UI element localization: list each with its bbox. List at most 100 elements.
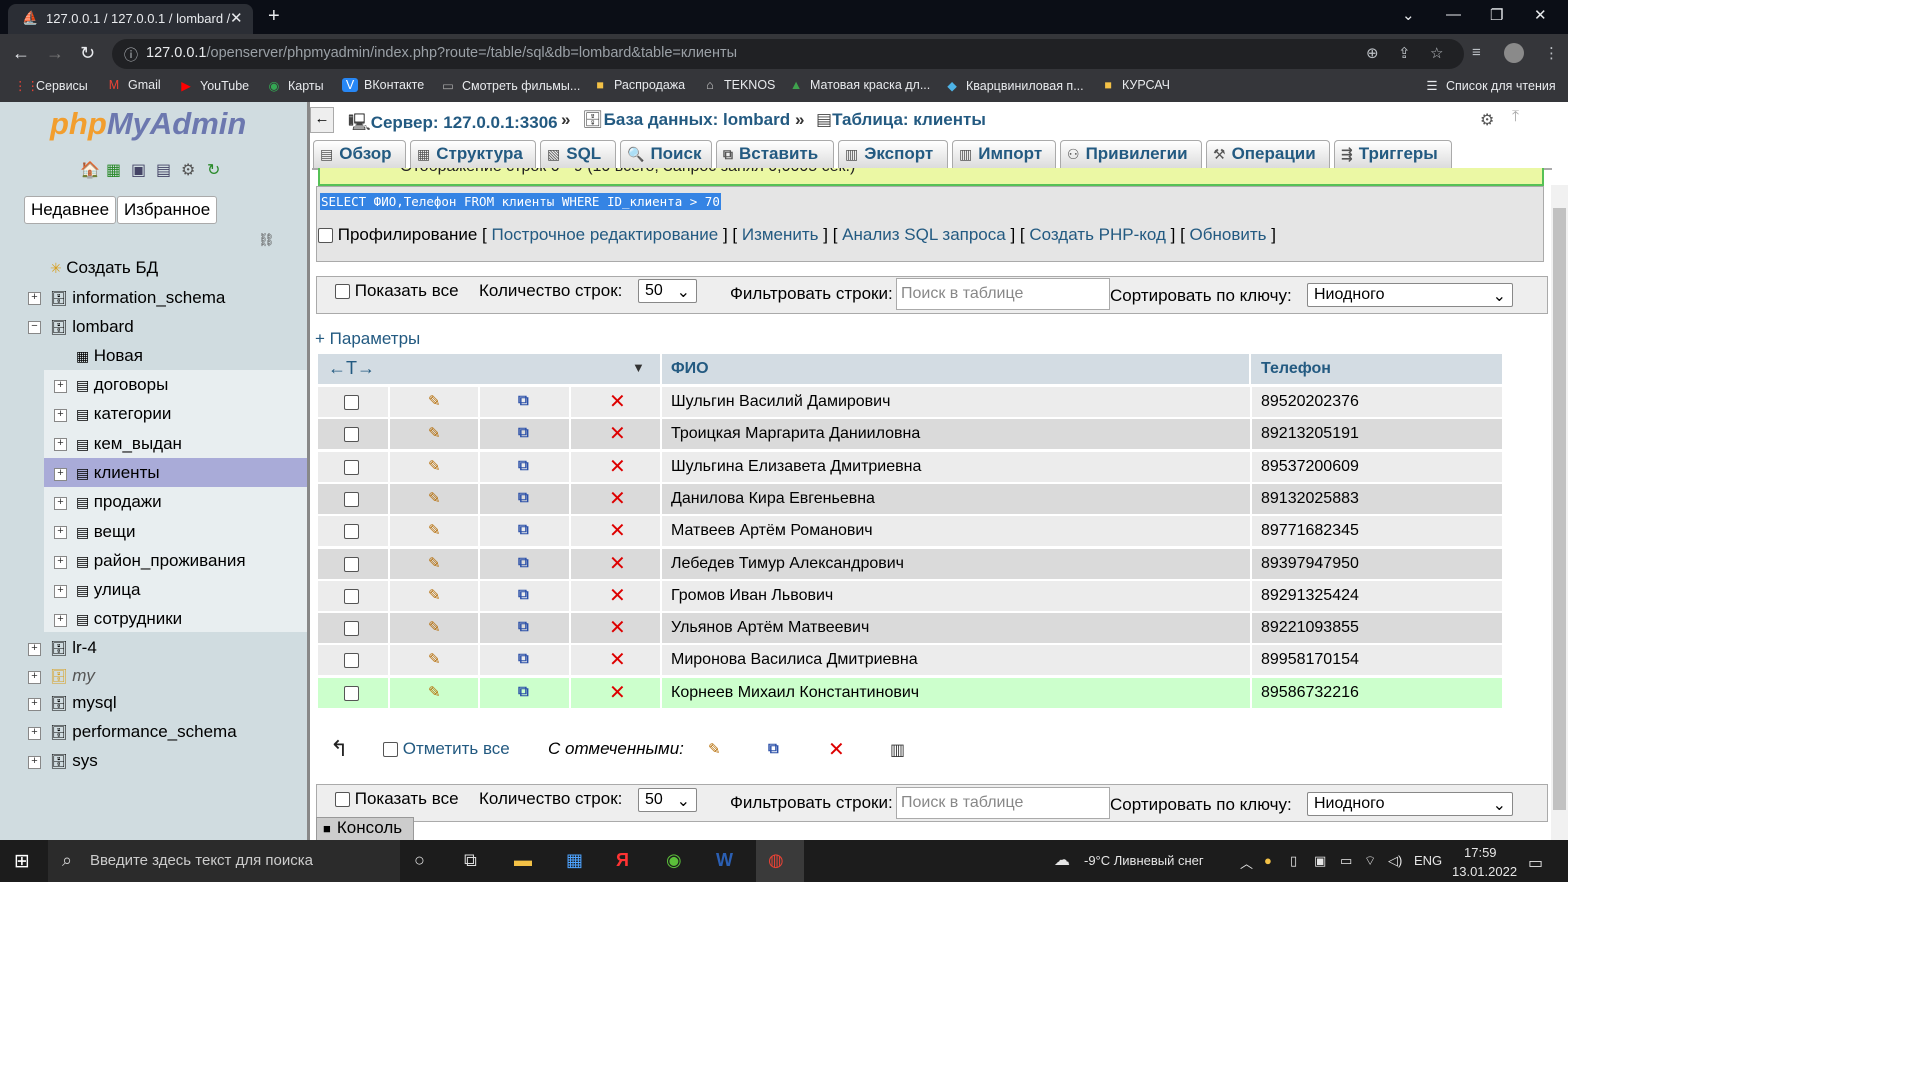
copy-row-icon[interactable]: ⧉ xyxy=(518,650,529,667)
bulk-delete-icon[interactable]: ✕ xyxy=(828,737,845,762)
favorite-tables-button[interactable]: Избранное xyxy=(117,196,218,224)
media-control-icon[interactable]: ≡ xyxy=(1472,44,1481,61)
tab-sql[interactable]: ▧ SQL xyxy=(540,140,616,168)
breadcrumb-database[interactable]: 🗄База данных: lombard xyxy=(582,110,790,130)
bulk-edit-icon[interactable]: ✎ xyxy=(708,740,721,758)
cell-phone[interactable]: 89213205191 xyxy=(1261,425,1359,443)
check-all-control[interactable]: Отметить все xyxy=(383,739,510,759)
edit-row-icon[interactable]: ✎ xyxy=(428,650,441,668)
table-row[interactable]: ✎ ⧉ ✕ Шульгин Василий Дамирович 89520202376 xyxy=(318,387,1502,417)
cell-phone[interactable]: 89520202376 xyxy=(1261,393,1359,411)
collapse-top-icon[interactable]: ⤒ xyxy=(1512,108,1519,126)
check-all-checkbox[interactable] xyxy=(383,742,398,758)
expand-icon[interactable]: + xyxy=(28,643,41,656)
volume-icon[interactable]: ◁) xyxy=(1388,853,1402,869)
delete-row-icon[interactable]: ✕ xyxy=(609,454,626,479)
profile-avatar[interactable] xyxy=(1504,43,1524,63)
bookmark-star-icon[interactable]: ☆ xyxy=(1430,44,1443,62)
copy-row-icon[interactable]: ⧉ xyxy=(518,618,529,635)
edit-row-icon[interactable]: ✎ xyxy=(428,489,441,507)
expand-icon[interactable]: + xyxy=(54,614,67,627)
table-row[interactable]: ✎ ⧉ ✕ Корнеев Михаил Константинович 89586732… xyxy=(318,678,1502,708)
table-row[interactable]: ✎ ⧉ ✕ Лебедев Тимур Александрович 8939794795… xyxy=(318,549,1502,579)
edit-row-icon[interactable]: ✎ xyxy=(428,683,441,701)
wifi-icon[interactable]: ⌔ xyxy=(1364,853,1376,869)
collapse-icon[interactable]: − xyxy=(28,321,41,334)
filter-rows-input[interactable]: Поиск в таблице xyxy=(896,787,1110,819)
create-db-item[interactable]: ✳ Создать БД xyxy=(50,258,158,278)
show-all-control[interactable]: Показать все xyxy=(335,789,459,809)
cell-fio[interactable]: Шульгина Елизавета Дмитриевна xyxy=(671,458,921,476)
tree-db-lr4[interactable]: 🗄 lr-4 xyxy=(50,638,97,658)
tree-table-rayon[interactable]: ▤ район_проживания xyxy=(76,551,246,571)
tree-db-information-schema[interactable]: 🗄 information_schema xyxy=(50,288,225,308)
minimize-icon[interactable]: — xyxy=(1446,6,1461,23)
row-checkbox[interactable] xyxy=(344,621,359,636)
cell-phone[interactable]: 89958170154 xyxy=(1261,651,1359,669)
edit-link[interactable]: Изменить xyxy=(742,225,819,244)
table-row[interactable]: ✎ ⧉ ✕ Ульянов Артём Матвеевич 89221093855 xyxy=(318,613,1502,643)
cell-fio[interactable]: Шульгин Василий Дамирович xyxy=(671,393,890,411)
back-icon[interactable]: ← xyxy=(12,43,30,64)
console-button[interactable]: ■ Консоль xyxy=(316,817,414,842)
close-window-icon[interactable]: ✕ xyxy=(1534,6,1547,24)
tree-table-prodazhi[interactable]: ▤ продажи xyxy=(76,492,162,512)
tree-table-kem-vydan[interactable]: ▤ кем_выдан xyxy=(76,434,182,454)
expand-icon[interactable]: + xyxy=(28,727,41,740)
expand-icon[interactable]: + xyxy=(28,292,41,305)
row-checkbox[interactable] xyxy=(344,427,359,442)
browser-tab[interactable]: ⛵ 127.0.0.1 / 127.0.0.1 / lombard / ✕ xyxy=(8,4,253,34)
tray-chevron-up-icon[interactable]: ︿ xyxy=(1240,853,1253,872)
main-scrollbar-thumb[interactable] xyxy=(1553,208,1566,810)
delete-row-icon[interactable]: ✕ xyxy=(609,680,626,705)
cell-fio[interactable]: Троицкая Маргарита Данииловна xyxy=(671,425,920,443)
chrome-icon[interactable]: ◍ xyxy=(768,850,784,871)
cell-fio[interactable]: Миронова Василиса Дмитриевна xyxy=(671,651,918,669)
tree-table-klienty[interactable]: ▤ клиенты xyxy=(76,463,160,483)
tree-db-sys[interactable]: 🗄 sys xyxy=(50,751,98,771)
row-checkbox[interactable] xyxy=(344,492,359,507)
delete-row-icon[interactable]: ✕ xyxy=(609,421,626,446)
tree-db-performance-schema[interactable]: 🗄 performance_schema xyxy=(50,722,237,742)
bookmark-youtube[interactable]: ▶ YouTube xyxy=(178,78,249,93)
copy-row-icon[interactable]: ⧉ xyxy=(518,457,529,474)
tab-export[interactable]: ▥ Экспорт xyxy=(838,140,948,168)
reload-icon[interactable]: ↻ xyxy=(80,43,95,64)
tab-browse[interactable]: ▤ Обзор xyxy=(313,140,406,168)
tree-table-ulitsa[interactable]: ▤ улица xyxy=(76,580,140,600)
yandex-browser-icon[interactable]: Я xyxy=(616,850,629,871)
edit-row-icon[interactable]: ✎ xyxy=(428,392,441,410)
reload-nav-icon[interactable]: ↻ xyxy=(207,160,220,180)
expand-icon[interactable]: + xyxy=(54,409,67,422)
settings-gear-icon[interactable]: ⚙ xyxy=(1480,110,1494,130)
tab-privileges[interactable]: ⚇ Привилегии xyxy=(1060,140,1202,168)
copy-row-icon[interactable]: ⧉ xyxy=(518,392,529,409)
delete-row-icon[interactable]: ✕ xyxy=(609,551,626,576)
settings-gear-icon[interactable]: ⚙ xyxy=(181,160,195,180)
sql-query-window-icon[interactable]: ▦ xyxy=(106,160,121,180)
phpmyadmin-logo[interactable]: phpMyAdmin xyxy=(50,106,246,142)
options-link[interactable]: + Параметры xyxy=(315,329,420,349)
edit-row-icon[interactable]: ✎ xyxy=(428,618,441,636)
edit-row-icon[interactable]: ✎ xyxy=(428,424,441,442)
tab-import[interactable]: ▥ Импорт xyxy=(952,140,1056,168)
taskbar-search-box[interactable]: ⌕ Введите здесь текст для поиска xyxy=(48,840,400,882)
documentation-icon[interactable]: ▤ xyxy=(156,160,171,180)
table-row[interactable]: ✎ ⧉ ✕ Данилова Кира Евгеньевна 89132025883 xyxy=(318,484,1502,514)
table-row[interactable]: ✎ ⧉ ✕ Матвеев Артём Романович 89771682345 xyxy=(318,516,1502,546)
tab-operations[interactable]: ⚒ Операции xyxy=(1206,140,1330,168)
tree-db-lombard[interactable]: 🗄 lombard xyxy=(50,317,134,337)
cell-phone[interactable]: 89291325424 xyxy=(1261,587,1359,605)
panel-resizer[interactable] xyxy=(307,102,310,840)
tray-power-icon[interactable]: ▭ xyxy=(1340,853,1352,869)
refresh-link[interactable]: Обновить xyxy=(1190,225,1267,244)
bookmark-vinyl[interactable]: ◆ Кварцвиниловая п... xyxy=(944,78,1083,93)
table-row[interactable]: ✎ ⧉ ✕ Шульгина Елизавета Дмитриевна 89537200… xyxy=(318,452,1502,482)
row-count-select[interactable]: 50 ⌄ xyxy=(638,788,697,812)
expand-icon[interactable]: + xyxy=(28,671,41,684)
maximize-icon[interactable]: ❐ xyxy=(1490,6,1503,24)
expand-icon[interactable]: + xyxy=(54,556,67,569)
cell-fio[interactable]: Ульянов Артём Матвеевич xyxy=(671,619,869,637)
clock-date[interactable]: 13.01.2022 xyxy=(1452,864,1517,879)
cell-phone[interactable]: 89132025883 xyxy=(1261,490,1359,508)
